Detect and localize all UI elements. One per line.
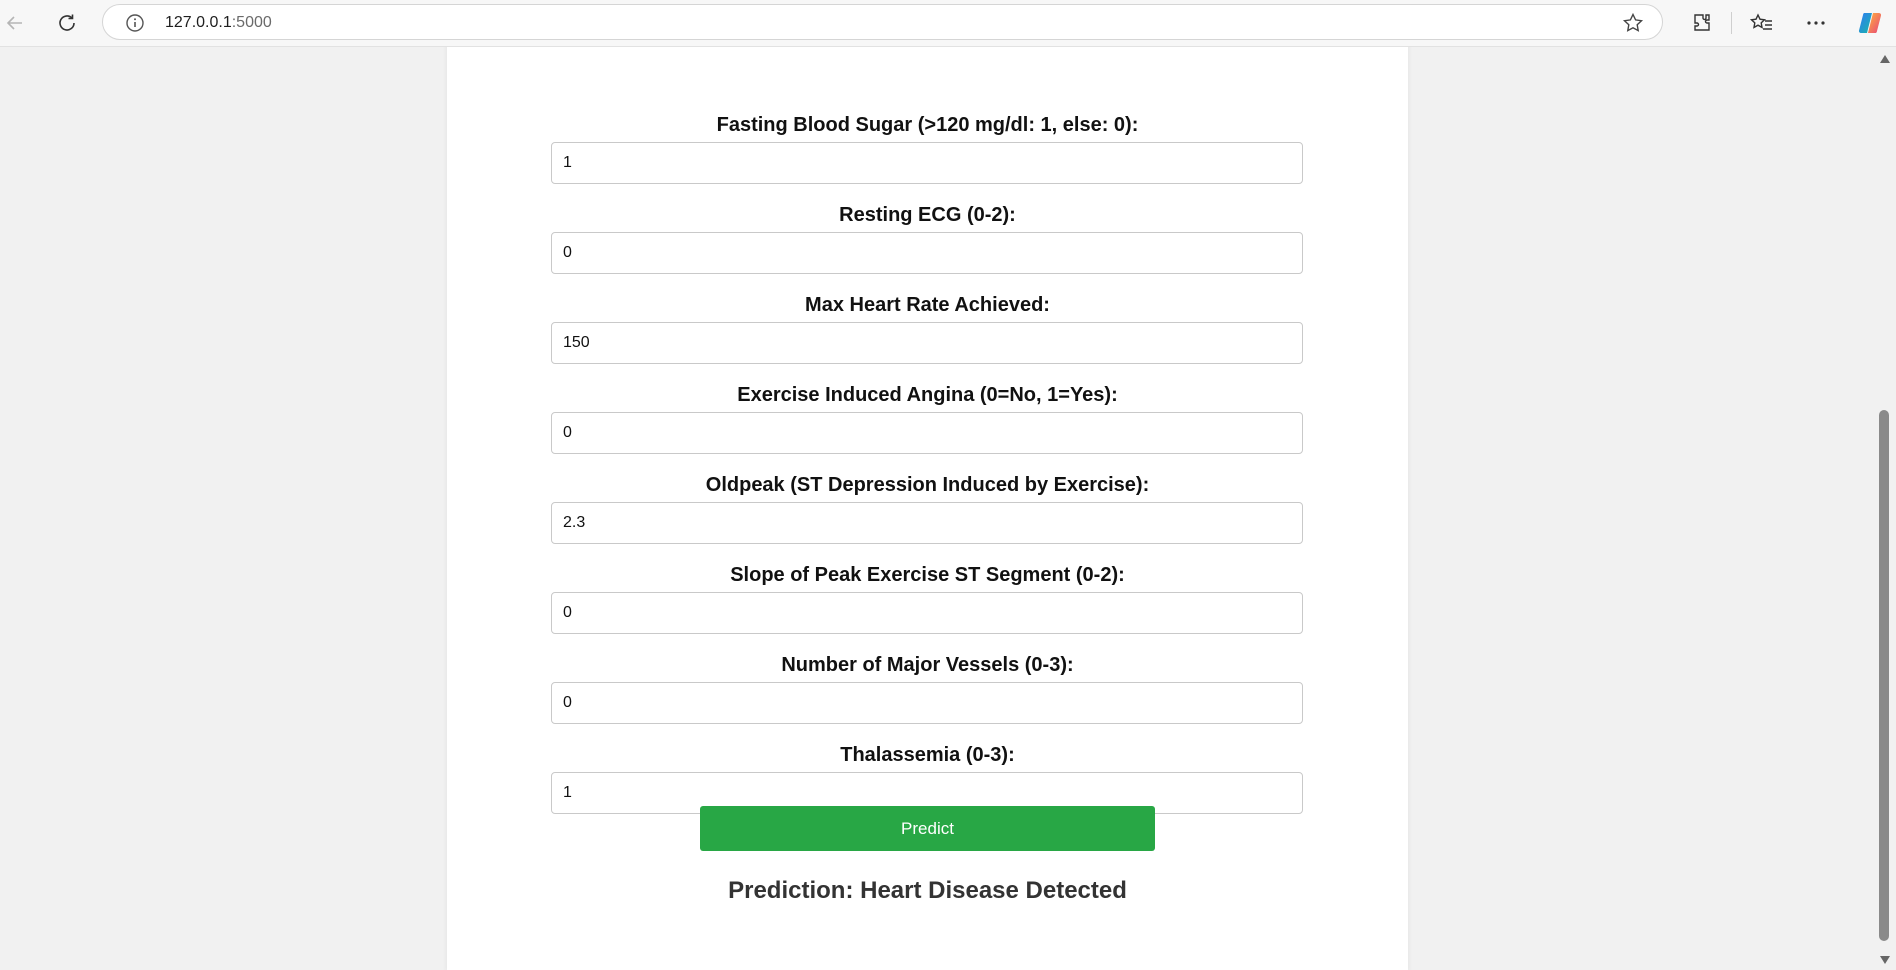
form-card: Fasting Blood Sugar (>120 mg/dl: 1, else… bbox=[447, 47, 1408, 970]
prediction-result: Prediction: Heart Disease Detected bbox=[728, 877, 1127, 904]
reload-icon[interactable] bbox=[52, 8, 82, 38]
more-icon[interactable] bbox=[1801, 8, 1831, 38]
field-label: Max Heart Rate Achieved: bbox=[805, 294, 1050, 316]
field-label: Thalassemia (0-3): bbox=[840, 744, 1015, 766]
field-label: Number of Major Vessels (0-3): bbox=[781, 654, 1074, 676]
field-label: Exercise Induced Angina (0=No, 1=Yes): bbox=[737, 384, 1118, 406]
fasting-blood-sugar-input[interactable] bbox=[551, 142, 1303, 184]
max-heart-rate-input[interactable] bbox=[551, 322, 1303, 364]
toolbar-divider bbox=[1731, 12, 1732, 34]
browser-toolbar: 127.0.0.1:5000 bbox=[0, 0, 1896, 47]
url-text: 127.0.0.1:5000 bbox=[165, 14, 272, 32]
field-label: Fasting Blood Sugar (>120 mg/dl: 1, else… bbox=[716, 114, 1139, 136]
predict-button[interactable]: Predict bbox=[700, 806, 1155, 851]
favorite-star-icon[interactable] bbox=[1622, 12, 1644, 39]
url-port: :5000 bbox=[231, 14, 272, 31]
page-scrollbar[interactable] bbox=[1874, 47, 1896, 970]
field-label: Oldpeak (ST Depression Induced by Exerci… bbox=[705, 474, 1150, 496]
field-label: Slope of Peak Exercise ST Segment (0-2): bbox=[730, 564, 1125, 586]
address-bar[interactable]: 127.0.0.1:5000 bbox=[102, 4, 1663, 40]
oldpeak-input[interactable] bbox=[551, 502, 1303, 544]
resting-ecg-input[interactable] bbox=[551, 232, 1303, 274]
scroll-down-arrow-icon[interactable] bbox=[1879, 954, 1891, 966]
exercise-angina-input[interactable] bbox=[551, 412, 1303, 454]
scrollbar-thumb[interactable] bbox=[1879, 410, 1889, 941]
major-vessels-input[interactable] bbox=[551, 682, 1303, 724]
field-label: Resting ECG (0-2): bbox=[839, 204, 1016, 226]
url-host: 127.0.0.1 bbox=[165, 14, 232, 31]
page-viewport: Fasting Blood Sugar (>120 mg/dl: 1, else… bbox=[0, 47, 1874, 970]
copilot-icon[interactable] bbox=[1855, 8, 1885, 38]
back-icon[interactable] bbox=[0, 8, 30, 38]
extensions-icon[interactable] bbox=[1687, 8, 1717, 38]
scroll-up-arrow-icon[interactable] bbox=[1879, 53, 1891, 65]
favorites-icon[interactable] bbox=[1747, 8, 1777, 38]
site-info-icon[interactable] bbox=[125, 13, 145, 38]
slope-input[interactable] bbox=[551, 592, 1303, 634]
